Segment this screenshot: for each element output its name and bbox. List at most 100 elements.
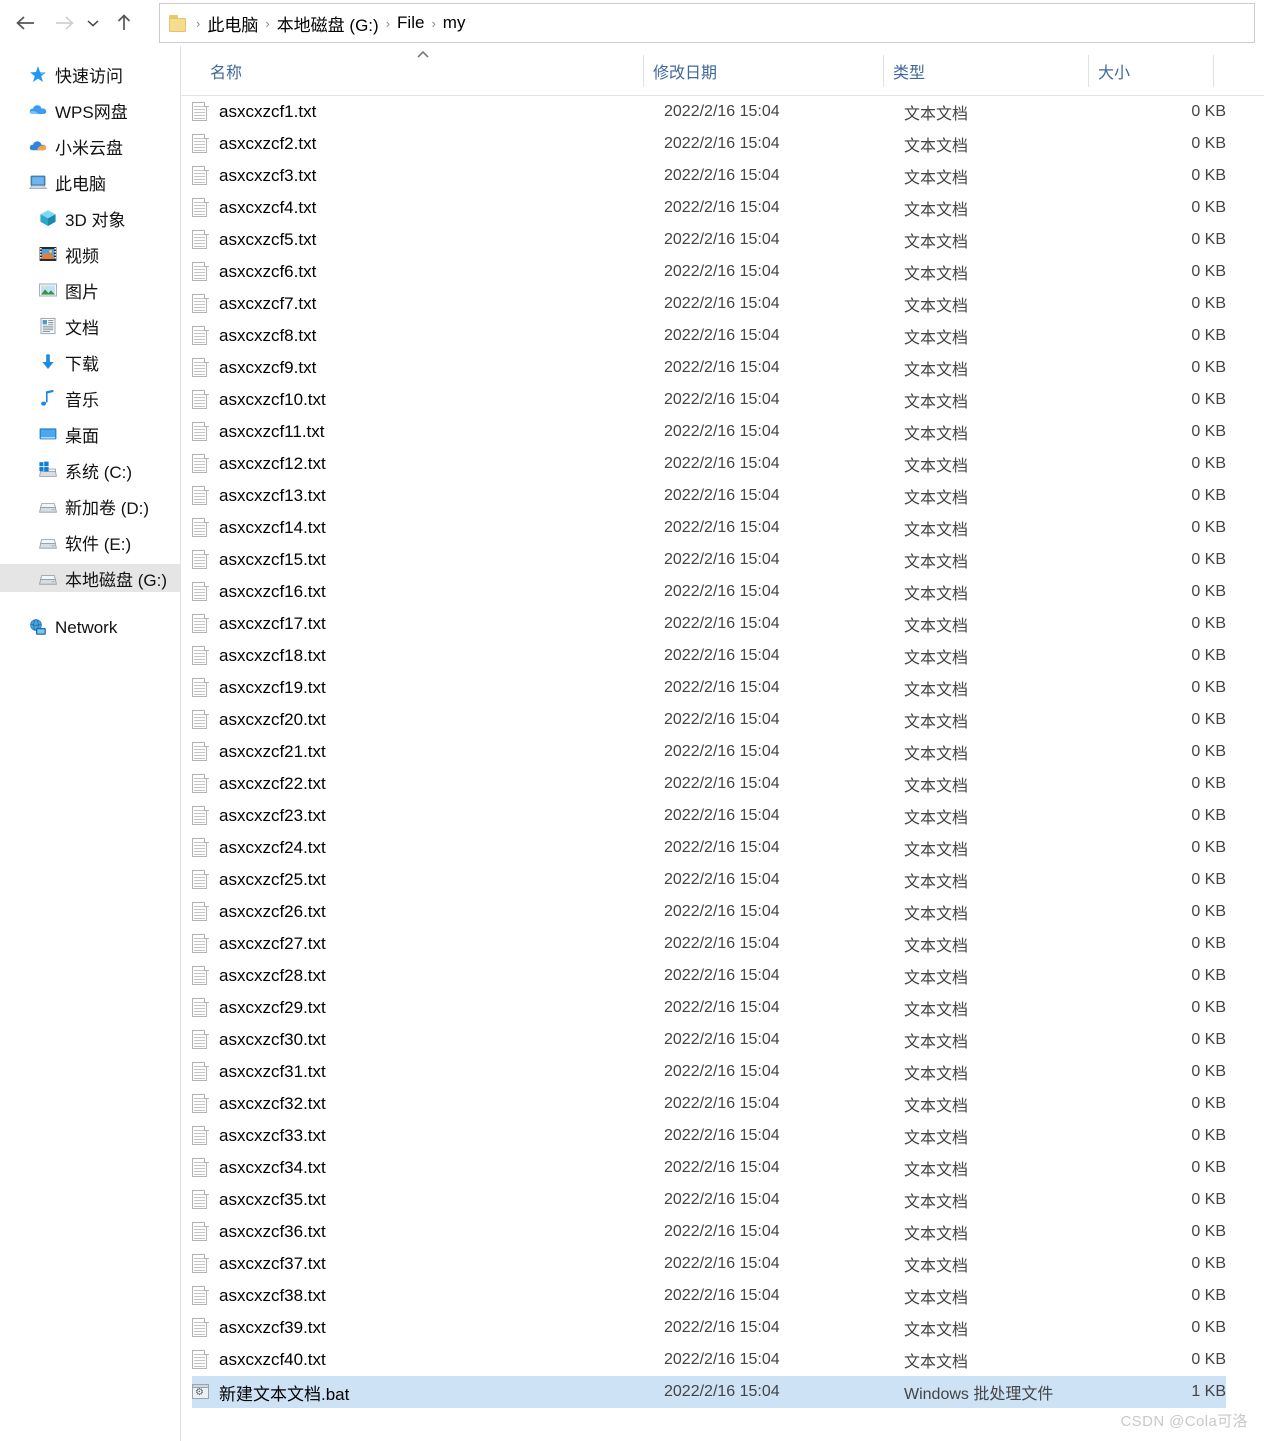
text-document-icon [192,230,209,250]
table-row[interactable]: asxcxzcf36.txt 2022/2/16 15:04 文本文档 0 KB [192,1216,1226,1248]
table-row[interactable]: asxcxzcf39.txt 2022/2/16 15:04 文本文档 0 KB [192,1312,1226,1344]
column-header-type[interactable]: 类型 [893,59,925,83]
table-row[interactable]: asxcxzcf23.txt 2022/2/16 15:04 文本文档 0 KB [192,800,1226,832]
table-row[interactable]: asxcxzcf25.txt 2022/2/16 15:04 文本文档 0 KB [192,864,1226,896]
drive-icon [39,539,57,549]
table-row[interactable]: asxcxzcf1.txt 2022/2/16 15:04 文本文档 0 KB [192,96,1226,128]
text-document-icon [192,806,209,826]
table-row[interactable]: asxcxzcf19.txt 2022/2/16 15:04 文本文档 0 KB [192,672,1226,704]
file-name-cell: asxcxzcf20.txt [192,710,326,730]
sidebar-item-0[interactable]: 快速访问 [0,60,180,88]
column-header-size[interactable]: 大小 [1098,59,1130,83]
table-row[interactable]: asxcxzcf32.txt 2022/2/16 15:04 文本文档 0 KB [192,1088,1226,1120]
table-row[interactable]: ⚙ 新建文本文档.bat 2022/2/16 15:04 Windows 批处理文件 1… [192,1376,1226,1408]
file-type: 文本文档 [904,522,969,539]
breadcrumb-item-my[interactable]: my [439,11,470,35]
table-row[interactable]: asxcxzcf9.txt 2022/2/16 15:04 文本文档 0 KB [192,352,1226,384]
sidebar-item-10[interactable]: 桌面 [0,420,180,448]
file-size: 0 KB [1191,615,1226,632]
file-size: 0 KB [1191,935,1226,952]
network-icon [28,618,48,638]
table-row[interactable]: asxcxzcf7.txt 2022/2/16 15:04 文本文档 0 KB [192,288,1226,320]
sidebar-item-1[interactable]: WPS网盘 [0,96,180,124]
recent-locations-button[interactable] [82,7,104,39]
table-row[interactable]: asxcxzcf38.txt 2022/2/16 15:04 文本文档 0 KB [192,1280,1226,1312]
sidebar-item-13[interactable]: 软件 (E:) [0,528,180,556]
table-row[interactable]: asxcxzcf30.txt 2022/2/16 15:04 文本文档 0 KB [192,1024,1226,1056]
file-name-cell: asxcxzcf3.txt [192,166,316,186]
file-name-cell: asxcxzcf30.txt [192,1030,326,1050]
table-row[interactable]: asxcxzcf13.txt 2022/2/16 15:04 文本文档 0 KB [192,480,1226,512]
pin-star-icon [28,64,48,84]
breadcrumb-item-this-pc[interactable]: 此电脑 [203,9,262,38]
table-row[interactable]: asxcxzcf5.txt 2022/2/16 15:04 文本文档 0 KB [192,224,1226,256]
breadcrumb-item-drive-g[interactable]: 本地磁盘 (G:) [273,9,383,38]
table-row[interactable]: asxcxzcf18.txt 2022/2/16 15:04 文本文档 0 KB [192,640,1226,672]
arrow-right-icon [56,16,74,30]
table-row[interactable]: asxcxzcf16.txt 2022/2/16 15:04 文本文档 0 KB [192,576,1226,608]
file-type: 文本文档 [904,266,969,283]
sidebar-item-5[interactable]: 视频 [0,240,180,268]
table-row[interactable]: asxcxzcf10.txt 2022/2/16 15:04 文本文档 0 KB [192,384,1226,416]
table-row[interactable]: asxcxzcf14.txt 2022/2/16 15:04 文本文档 0 KB [192,512,1226,544]
column-divider[interactable] [1213,55,1214,87]
table-row[interactable]: asxcxzcf8.txt 2022/2/16 15:04 文本文档 0 KB [192,320,1226,352]
sidebar-item-4[interactable]: 3D 对象 [0,204,180,232]
table-row[interactable]: asxcxzcf6.txt 2022/2/16 15:04 文本文档 0 KB [192,256,1226,288]
breadcrumb-separator: › [385,15,391,31]
table-row[interactable]: asxcxzcf4.txt 2022/2/16 15:04 文本文档 0 KB [192,192,1226,224]
table-row[interactable]: asxcxzcf15.txt 2022/2/16 15:04 文本文档 0 KB [192,544,1226,576]
up-button[interactable] [108,7,140,39]
table-row[interactable]: asxcxzcf2.txt 2022/2/16 15:04 文本文档 0 KB [192,128,1226,160]
file-type: Windows 批处理文件 [904,1386,1054,1403]
table-row[interactable]: asxcxzcf27.txt 2022/2/16 15:04 文本文档 0 KB [192,928,1226,960]
column-header-date[interactable]: 修改日期 [653,59,717,83]
sidebar-item-14[interactable]: 本地磁盘 (G:) [0,564,180,592]
sidebar-item-12[interactable]: 新加卷 (D:) [0,492,180,520]
video-icon [39,247,57,261]
table-row[interactable]: asxcxzcf31.txt 2022/2/16 15:04 文本文档 0 KB [192,1056,1226,1088]
table-row[interactable]: asxcxzcf28.txt 2022/2/16 15:04 文本文档 0 KB [192,960,1226,992]
table-row[interactable]: asxcxzcf11.txt 2022/2/16 15:04 文本文档 0 KB [192,416,1226,448]
breadcrumb-item-file[interactable]: File [393,11,428,35]
breadcrumb-separator: › [196,15,201,31]
computer-icon [28,175,48,189]
table-row[interactable]: asxcxzcf3.txt 2022/2/16 15:04 文本文档 0 KB [192,160,1226,192]
table-row[interactable]: asxcxzcf20.txt 2022/2/16 15:04 文本文档 0 KB [192,704,1226,736]
sidebar-item-15[interactable]: Network [0,614,180,642]
table-row[interactable]: asxcxzcf21.txt 2022/2/16 15:04 文本文档 0 KB [192,736,1226,768]
sidebar-item-8[interactable]: 下载 [0,348,180,376]
table-row[interactable]: asxcxzcf33.txt 2022/2/16 15:04 文本文档 0 KB [192,1120,1226,1152]
file-size: 0 KB [1191,423,1226,440]
sidebar-item-6[interactable]: 图片 [0,276,180,304]
file-type: 文本文档 [904,714,969,731]
column-divider[interactable] [883,55,884,87]
file-name-cell: asxcxzcf31.txt [192,1062,326,1082]
forward-button[interactable] [48,7,80,39]
table-row[interactable]: asxcxzcf40.txt 2022/2/16 15:04 文本文档 0 KB [192,1344,1226,1376]
sidebar-item-7[interactable]: 文档 [0,312,180,340]
sidebar-item-11[interactable]: 系统 (C:) [0,456,180,484]
table-row[interactable]: asxcxzcf24.txt 2022/2/16 15:04 文本文档 0 KB [192,832,1226,864]
table-row[interactable]: asxcxzcf17.txt 2022/2/16 15:04 文本文档 0 KB [192,608,1226,640]
table-row[interactable]: asxcxzcf26.txt 2022/2/16 15:04 文本文档 0 KB [192,896,1226,928]
table-row[interactable]: asxcxzcf35.txt 2022/2/16 15:04 文本文档 0 KB [192,1184,1226,1216]
table-row[interactable]: asxcxzcf22.txt 2022/2/16 15:04 文本文档 0 KB [192,768,1226,800]
file-list[interactable]: asxcxzcf1.txt 2022/2/16 15:04 文本文档 0 KB asxc… [181,96,1264,1441]
table-row[interactable]: asxcxzcf12.txt 2022/2/16 15:04 文本文档 0 KB [192,448,1226,480]
sidebar-item-2[interactable]: 小米云盘 [0,132,180,160]
sidebar-item-9[interactable]: 音乐 [0,384,180,412]
back-button[interactable] [10,7,42,39]
table-row[interactable]: asxcxzcf37.txt 2022/2/16 15:04 文本文档 0 KB [192,1248,1226,1280]
column-header-name[interactable]: 名称 [210,59,242,83]
sidebar-item-3[interactable]: 此电脑 [0,168,180,196]
column-header-row: 名称 修改日期 类型 大小 [181,46,1264,96]
column-divider[interactable] [643,55,644,87]
table-row[interactable]: asxcxzcf29.txt 2022/2/16 15:04 文本文档 0 KB [192,992,1226,1024]
text-document-icon [192,198,209,218]
table-row[interactable]: asxcxzcf34.txt 2022/2/16 15:04 文本文档 0 KB [192,1152,1226,1184]
file-size: 0 KB [1191,1031,1226,1048]
column-divider[interactable] [1088,55,1089,87]
file-name-cell: asxcxzcf24.txt [192,838,326,858]
address-bar[interactable]: › 此电脑 › 本地磁盘 (G:) › File › my [159,3,1255,43]
